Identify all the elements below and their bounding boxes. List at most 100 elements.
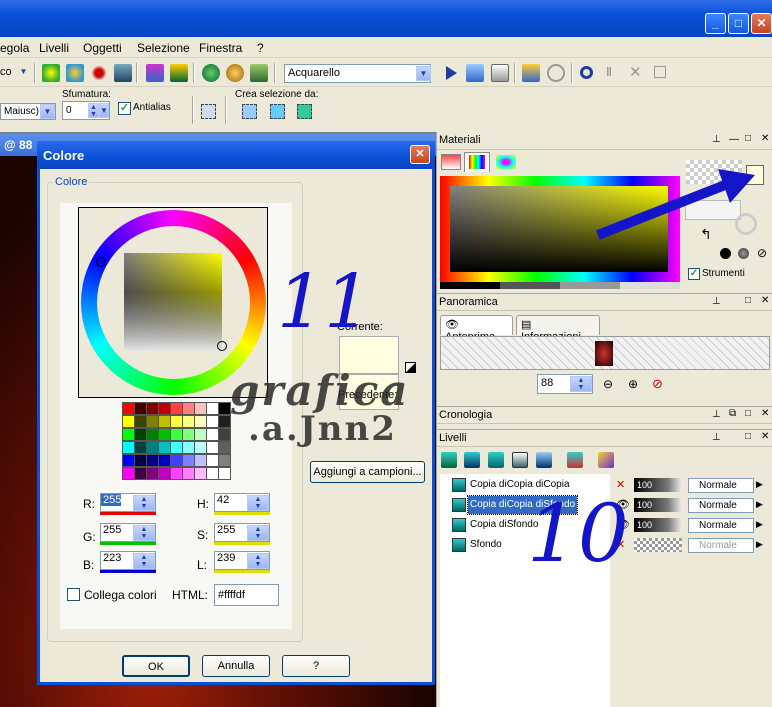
help-button[interactable]: ? [282, 655, 350, 677]
landscape-icon[interactable] [170, 64, 188, 82]
layer-blend-dropdown[interactable]: Normale [688, 538, 754, 553]
chevron-right-icon[interactable]: ▶ [756, 499, 763, 510]
script-list-icon[interactable] [491, 64, 509, 82]
color-mode-icon[interactable] [720, 248, 731, 259]
swatch-cell[interactable] [218, 428, 231, 441]
swatch-cell[interactable] [218, 467, 231, 480]
selection-from-mask-icon[interactable] [297, 104, 312, 119]
tab-anteprima[interactable]: 👁Anteprima [440, 315, 513, 343]
close-panel-icon[interactable]: ✕ [761, 133, 769, 144]
strumenti-checkbox[interactable]: ✓ [688, 268, 700, 280]
chevron-down-icon[interactable]: ▼ [40, 104, 55, 119]
restore-panel-icon[interactable]: □ [745, 295, 751, 306]
l-stepper-icon[interactable]: ▲ ▼ [247, 553, 269, 569]
chevron-right-icon[interactable]: ▶ [756, 519, 763, 530]
maximize-button[interactable]: □ [728, 13, 749, 34]
swatch-cell[interactable] [218, 441, 231, 454]
portrait-icon[interactable] [146, 64, 164, 82]
maximize-panel-icon[interactable]: □ [745, 431, 751, 442]
link-colors-checkbox[interactable] [67, 588, 80, 601]
record-icon[interactable] [580, 66, 593, 79]
close-panel-icon[interactable]: ✕ [761, 295, 769, 306]
adjustment-layer-icon[interactable] [536, 452, 552, 468]
grayscale-strip[interactable] [440, 282, 680, 289]
pin-icon[interactable]: ⊥ [712, 134, 721, 145]
color-wand-icon[interactable] [66, 64, 84, 82]
cancel-script-icon[interactable] [547, 64, 565, 82]
selection-from-object-icon[interactable] [270, 104, 285, 119]
new-layer-icon[interactable] [441, 452, 457, 468]
stop-icon[interactable]: ✕ [629, 63, 642, 81]
html-input[interactable]: #ffffdf [214, 584, 279, 606]
minimize-button[interactable]: _ [705, 13, 726, 34]
g-stepper-icon[interactable]: ▲ ▼ [133, 525, 155, 541]
pin-icon[interactable]: ⊥ [712, 432, 721, 443]
close-panel-icon[interactable]: ✕ [761, 431, 769, 442]
red-eye-icon[interactable] [90, 64, 108, 82]
layer-opacity-bar[interactable]: 100 [634, 478, 682, 492]
chevron-right-icon[interactable]: ▶ [756, 479, 763, 490]
s-stepper-icon[interactable]: ▲ ▼ [247, 525, 269, 541]
chevron-down-icon[interactable]: ▼ [416, 66, 431, 81]
minimize-panel-icon[interactable]: — [729, 134, 739, 145]
tab-informazioni[interactable]: ▤ Informazioni [516, 315, 600, 343]
restore-panel-icon[interactable]: □ [745, 133, 751, 144]
layer-opacity-bar[interactable]: 100 [634, 518, 682, 532]
new-mask-icon[interactable] [512, 452, 528, 468]
edit-selection-icon[interactable] [598, 452, 614, 468]
cube-icon[interactable] [114, 64, 132, 82]
new-group-icon[interactable] [488, 452, 504, 468]
menu-livelli[interactable]: Livelli [39, 41, 69, 55]
swatch-cell[interactable] [218, 415, 231, 428]
magic-wand-icon[interactable] [42, 64, 60, 82]
menu-help[interactable]: ? [257, 41, 264, 55]
save-script-icon[interactable] [654, 66, 666, 78]
chevron-down-icon[interactable]: ▼ [18, 65, 29, 80]
menu-oggetti[interactable]: Oggetti [83, 41, 122, 55]
chevron-down-icon[interactable]: ▼ [99, 103, 109, 118]
run-script-icon[interactable] [522, 64, 540, 82]
user-green-icon[interactable] [202, 64, 220, 82]
b-stepper-icon[interactable]: ▲ ▼ [133, 553, 155, 569]
swatches-tab-icon[interactable] [496, 155, 516, 169]
gradient-mode-icon[interactable] [738, 248, 749, 259]
user-orange-icon[interactable] [226, 64, 244, 82]
select-all-icon[interactable] [201, 104, 216, 119]
layer-blend-dropdown[interactable]: Normale [688, 518, 754, 533]
stepper-icon[interactable]: ▲ ▼ [88, 103, 99, 118]
zoom-in-icon[interactable]: ⊕ [628, 377, 638, 391]
ok-button[interactable]: OK [122, 655, 190, 677]
maximize-panel-icon[interactable]: □ [745, 408, 751, 419]
pause-icon[interactable]: ‖ [606, 65, 612, 79]
zoom-reset-icon[interactable]: ⊘ [652, 376, 663, 392]
pin-icon[interactable]: ⊥ [712, 409, 721, 420]
menu-selezione[interactable]: Selezione [137, 41, 190, 55]
add-to-swatches-button[interactable]: Aggiungi a campioni... [310, 461, 425, 483]
restore-panel-icon[interactable]: ⧉ [729, 408, 736, 419]
close-panel-icon[interactable]: ✕ [761, 408, 769, 419]
layer-blend-dropdown[interactable]: Normale [688, 498, 754, 513]
hue-marker[interactable] [96, 257, 106, 267]
overview-thumbnail[interactable] [595, 341, 613, 366]
picture-icon[interactable] [250, 64, 268, 82]
zoom-stepper-icon[interactable]: ▲ ▼ [570, 376, 592, 392]
sl-marker[interactable] [217, 341, 227, 351]
frame-tab-icon[interactable] [441, 154, 461, 170]
h-stepper-icon[interactable]: ▲ ▼ [247, 495, 269, 511]
play-icon[interactable] [446, 66, 457, 80]
menu-regola[interactable]: egola [0, 41, 29, 55]
r-stepper-icon[interactable]: ▲ ▼ [133, 495, 155, 511]
new-vector-layer-icon[interactable] [464, 452, 480, 468]
close-window-button[interactable]: ✕ [751, 13, 772, 34]
layer-blend-dropdown[interactable]: Normale [688, 478, 754, 493]
selection-from-layer-icon[interactable] [242, 104, 257, 119]
pin-icon[interactable]: ⊥ [712, 296, 721, 307]
delete-layer-icon[interactable] [567, 452, 583, 468]
layer-opacity-bar[interactable] [634, 538, 682, 552]
cancel-button[interactable]: Annulla [202, 655, 270, 677]
zoom-out-icon[interactable]: ⊖ [603, 377, 613, 391]
dialog-close-button[interactable]: ✕ [410, 145, 430, 164]
menu-finestra[interactable]: Finestra [199, 41, 242, 55]
swatch-cell[interactable] [218, 454, 231, 467]
antialias-checkbox[interactable]: ✓ [118, 102, 131, 115]
